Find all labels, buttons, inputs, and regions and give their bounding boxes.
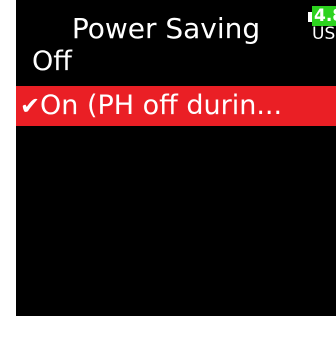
power-source-label: USB bbox=[312, 24, 336, 44]
device-screen: Power Saving 4.8 USB Off ✔On (PH off dur… bbox=[16, 0, 336, 316]
checkmark-icon: ✔ bbox=[20, 92, 41, 120]
menu-item-label: Off bbox=[32, 46, 72, 77]
menu-item-off[interactable]: Off bbox=[16, 42, 336, 82]
menu-item-on-ph-off[interactable]: ✔On (PH off durin... bbox=[16, 86, 336, 126]
battery-level: 4.8 bbox=[312, 6, 336, 26]
battery-indicator: 4.8 USB bbox=[308, 6, 336, 46]
menu-item-label: On (PH off durin... bbox=[40, 90, 283, 121]
